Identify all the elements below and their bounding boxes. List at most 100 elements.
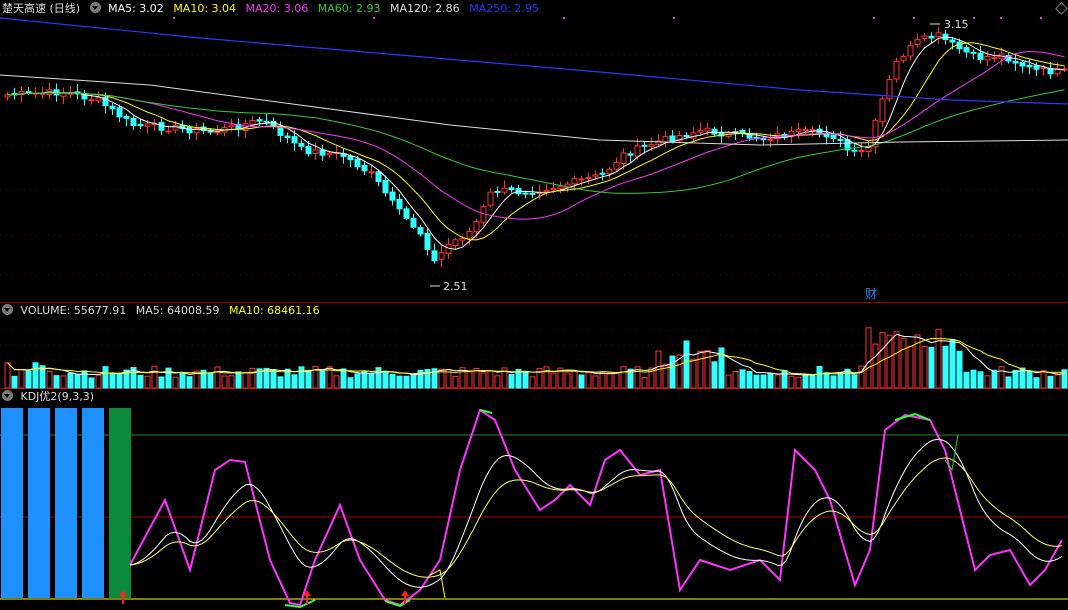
price-candle (361, 164, 368, 172)
price-candle (305, 145, 312, 155)
volume-bar (851, 374, 858, 389)
price-candle (501, 187, 508, 193)
volume-bar (11, 375, 18, 389)
volume-bar (592, 375, 599, 389)
volume-bar (396, 375, 403, 389)
kdj-k-line (129, 438, 1063, 588)
volume-bar (935, 328, 942, 389)
price-candle (130, 117, 137, 126)
volume-bar (928, 346, 935, 389)
ma60-label: MA60: 2.93 (317, 2, 381, 15)
volume-bar (1040, 370, 1047, 389)
volume-bar (382, 370, 389, 389)
volume-bar (872, 343, 879, 389)
volume-bar (172, 376, 179, 389)
price-candle (487, 191, 494, 206)
price-candle (312, 149, 319, 154)
volume-bar (144, 375, 151, 389)
volume-bar (529, 376, 536, 389)
price-candle (284, 135, 291, 139)
price-candle (704, 127, 711, 132)
volume-bar (25, 370, 32, 389)
price-candle (249, 120, 256, 126)
volume-bar (102, 366, 109, 389)
kdj-header: KDJ优2(9,3,3) (2, 389, 100, 405)
price-candle (1047, 68, 1054, 75)
kdj-side-bar (28, 408, 50, 598)
volume-bar (774, 374, 781, 389)
price-candle (522, 192, 529, 195)
price-candle (767, 138, 774, 141)
volume-bar (900, 337, 907, 389)
volume-bar (795, 377, 802, 389)
price-candle (697, 129, 704, 133)
price-candle (816, 128, 823, 135)
price-candle (578, 178, 585, 181)
volume-bar (67, 372, 74, 389)
volume-bar (998, 366, 1005, 389)
price-candle (298, 142, 305, 147)
volume-bar (564, 372, 571, 389)
volume-bar (487, 370, 494, 389)
ma10-line (7, 42, 1065, 241)
volume-bar (1012, 369, 1019, 389)
volume-bar (494, 375, 501, 389)
price-candle (606, 168, 613, 175)
price-candle (410, 217, 417, 228)
volume-bar (697, 350, 704, 389)
price-candle (228, 124, 235, 128)
price-candle (949, 39, 956, 43)
volume-bar (746, 370, 753, 389)
volume-bar (970, 369, 977, 389)
price-candle (984, 55, 991, 61)
price-candle (508, 187, 515, 191)
volume-bar (214, 366, 221, 389)
price-candle (585, 177, 592, 180)
kdj-side-bar (55, 408, 77, 598)
volume-dropdown-icon[interactable] (2, 304, 13, 315)
price-candle (900, 56, 907, 61)
volume-bar (109, 373, 116, 389)
price-candle (928, 35, 935, 39)
price-candle (368, 171, 375, 174)
volume-bar (522, 371, 529, 389)
volume-bar (809, 374, 816, 389)
price-candle (354, 158, 361, 168)
price-candle (550, 187, 557, 191)
ma250-line (0, 17, 1068, 105)
volume-bar (907, 345, 914, 389)
volume-bar (207, 372, 214, 389)
volume-bar (32, 362, 39, 389)
volume-bar (81, 370, 88, 389)
price-candle (711, 128, 718, 135)
volume-bar (984, 375, 991, 389)
price-candle (494, 190, 501, 193)
volume-bar (767, 373, 774, 389)
price-candle (95, 97, 102, 102)
volume-bar (942, 345, 949, 389)
volume-bar (585, 372, 592, 389)
price-candle (760, 138, 767, 141)
price-candle (907, 45, 914, 57)
volume-bar (788, 375, 795, 389)
price-candle (375, 171, 382, 182)
price-candle (648, 144, 655, 147)
kdj-dropdown-icon[interactable] (2, 390, 13, 401)
main-header-dropdown-icon[interactable] (89, 2, 101, 13)
ma20-label: MA20: 3.06 (245, 2, 309, 15)
volume-bar (599, 371, 606, 389)
volume-bar (732, 370, 739, 389)
volume-bar (921, 346, 928, 389)
price-candle (256, 119, 263, 122)
price-candle (627, 153, 634, 156)
volume-bar (508, 373, 515, 389)
price-candle (165, 130, 172, 133)
price-candle (893, 60, 900, 80)
kdj-side-bar-green (109, 408, 131, 598)
volume-bar (816, 365, 823, 389)
price-candle (935, 32, 942, 38)
price-candle (116, 107, 123, 118)
price-candle (1026, 64, 1033, 68)
price-candle (326, 152, 333, 156)
price-candle (795, 128, 802, 133)
